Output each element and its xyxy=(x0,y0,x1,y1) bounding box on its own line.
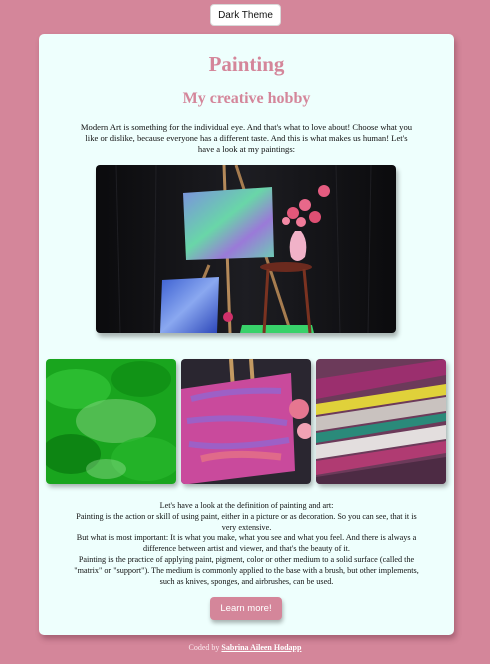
definition-line: But what is most important: It is what y… xyxy=(76,533,417,554)
content-card: Painting My creative hobby Modern Art is… xyxy=(39,34,454,635)
easel-paintings-image xyxy=(96,165,396,333)
green-painting-image xyxy=(46,359,176,484)
page-title: Painting xyxy=(208,52,285,76)
definition-text: Let's have a look at the definition of p… xyxy=(71,501,422,587)
intro-text: Modern Art is something for the individu… xyxy=(80,122,413,154)
streaks-painting-image xyxy=(316,359,446,484)
page-subtitle: My creative hobby xyxy=(182,90,311,107)
definition-line: Let's have a look at the definition of p… xyxy=(159,501,334,510)
definition-line: Painting is the action or skill of using… xyxy=(76,511,417,532)
definition-line: Painting is the practice of applying pai… xyxy=(74,554,419,586)
footer-prefix: Coded by xyxy=(188,643,222,652)
dark-theme-button[interactable]: Dark Theme xyxy=(210,4,281,26)
footer: Coded by Sabrina Aileen Hodapp xyxy=(0,643,490,652)
pink-painting-image xyxy=(181,359,311,484)
author-link[interactable]: Sabrina Aileen Hodapp xyxy=(221,643,301,652)
learn-more-button[interactable]: Learn more! xyxy=(210,597,282,620)
